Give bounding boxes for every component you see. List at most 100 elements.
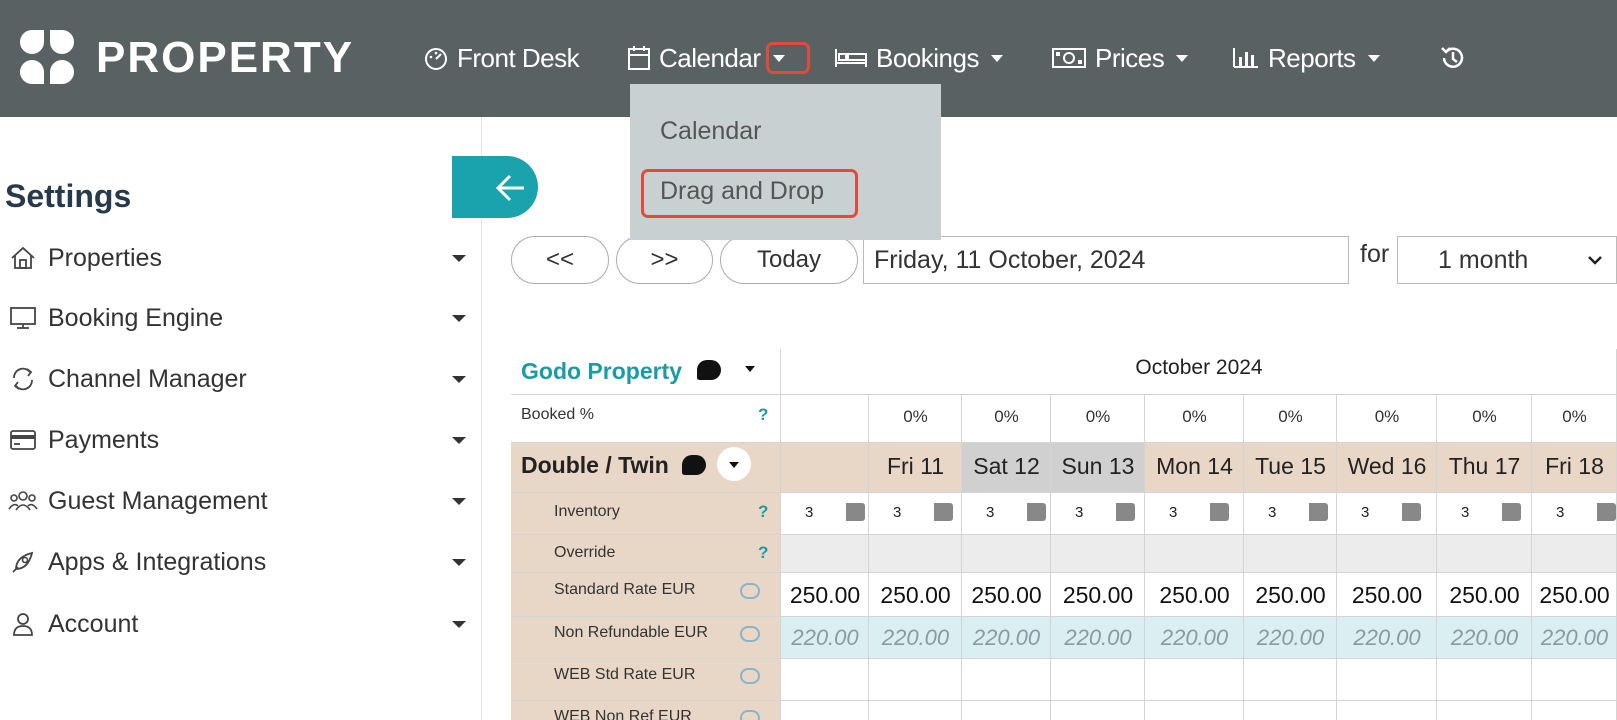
luggage-icon[interactable] <box>1113 503 1135 521</box>
grid-cell[interactable] <box>962 535 1051 573</box>
link-icon[interactable] <box>740 583 760 599</box>
nonref-rate[interactable]: 220.00 <box>781 617 869 659</box>
chevron-down-icon[interactable] <box>452 620 466 628</box>
property-name[interactable]: Godo Property <box>521 358 682 385</box>
standard-rate[interactable]: 250.00 <box>1532 573 1617 617</box>
grid-cell[interactable] <box>1244 659 1337 701</box>
menu-item-calendar[interactable]: Calendar <box>660 115 761 147</box>
luggage-icon[interactable] <box>843 503 865 521</box>
nav-bookings[interactable]: Bookings <box>834 38 1003 78</box>
luggage-icon[interactable] <box>1399 503 1421 521</box>
standard-rate[interactable]: 250.00 <box>1051 573 1145 617</box>
grid-cell[interactable] <box>1437 535 1532 573</box>
grid-cell[interactable] <box>869 701 962 720</box>
grid-cell[interactable] <box>1337 659 1437 701</box>
grid-cell[interactable] <box>781 395 869 443</box>
date-input[interactable]: Friday, 11 October, 2024 <box>863 236 1349 284</box>
standard-rate[interactable]: 250.00 <box>781 573 869 617</box>
link-icon[interactable] <box>740 668 760 684</box>
chevron-down-icon[interactable] <box>452 314 466 322</box>
luggage-icon[interactable] <box>1207 503 1229 521</box>
grid-cell[interactable] <box>1145 701 1244 720</box>
grid-cell[interactable] <box>781 535 869 573</box>
standard-rate[interactable]: 250.00 <box>962 573 1051 617</box>
chevron-down-icon[interactable] <box>745 366 755 372</box>
nonref-rate[interactable]: 220.00 <box>1437 617 1532 659</box>
sidebar-item-booking-engine[interactable]: Booking Engine <box>8 298 474 338</box>
today-button[interactable]: Today <box>720 236 858 284</box>
prev-period-button[interactable]: << <box>511 236 609 284</box>
luggage-icon[interactable] <box>1594 503 1616 521</box>
sidebar-item-guest-management[interactable]: Guest Management <box>8 481 474 521</box>
grid-cell[interactable] <box>1051 535 1145 573</box>
nonref-rate[interactable]: 220.00 <box>1337 617 1437 659</box>
grid-cell[interactable] <box>1145 659 1244 701</box>
grid-cell[interactable] <box>1244 535 1337 573</box>
logo-icon[interactable] <box>20 30 76 88</box>
grid-cell[interactable] <box>1337 701 1437 720</box>
nonref-rate[interactable]: 220.00 <box>962 617 1051 659</box>
grid-cell[interactable] <box>781 701 869 720</box>
logo-text[interactable]: PROPERTY <box>96 32 354 84</box>
chevron-down-icon[interactable] <box>990 54 1003 62</box>
nav-front-desk[interactable]: Front Desk <box>423 38 580 78</box>
standard-rate[interactable]: 250.00 <box>1145 573 1244 617</box>
chevron-down-icon[interactable] <box>452 497 466 505</box>
nonref-rate[interactable]: 220.00 <box>1532 617 1617 659</box>
grid-cell[interactable] <box>962 659 1051 701</box>
history-button[interactable] <box>1438 38 1468 78</box>
sidebar-item-channel-manager[interactable]: Channel Manager <box>8 359 474 399</box>
grid-cell[interactable] <box>1532 535 1617 573</box>
grid-cell[interactable] <box>1532 701 1617 720</box>
chevron-down-icon[interactable] <box>729 462 739 468</box>
room-type-name[interactable]: Double / Twin <box>521 452 669 479</box>
standard-rate[interactable]: 250.00 <box>1244 573 1337 617</box>
grid-cell[interactable] <box>869 659 962 701</box>
help-icon[interactable]: ? <box>758 405 768 425</box>
standard-rate[interactable]: 250.00 <box>1437 573 1532 617</box>
chevron-down-icon[interactable] <box>1367 54 1380 62</box>
grid-cell[interactable] <box>1437 659 1532 701</box>
grid-cell[interactable] <box>781 443 869 493</box>
grid-cell[interactable] <box>869 535 962 573</box>
nonref-rate[interactable]: 220.00 <box>869 617 962 659</box>
luggage-icon[interactable] <box>931 503 953 521</box>
sidebar-item-apps-integrations[interactable]: Apps & Integrations <box>8 542 474 582</box>
luggage-icon[interactable] <box>1024 503 1046 521</box>
grid-cell[interactable] <box>1337 535 1437 573</box>
link-icon[interactable] <box>740 710 760 720</box>
grid-cell[interactable] <box>1532 659 1617 701</box>
chevron-down-icon[interactable] <box>1176 54 1189 62</box>
sidebar-item-account[interactable]: Account <box>8 604 474 644</box>
nav-reports[interactable]: Reports <box>1232 38 1380 78</box>
grid-cell[interactable] <box>781 659 869 701</box>
nav-prices[interactable]: Prices <box>1051 38 1189 78</box>
chevron-down-icon[interactable] <box>452 558 466 566</box>
grid-cell[interactable] <box>1051 659 1145 701</box>
chevron-down-icon[interactable] <box>452 436 466 444</box>
chevron-down-icon[interactable] <box>452 254 466 262</box>
standard-rate[interactable]: 250.00 <box>1337 573 1437 617</box>
grid-cell[interactable] <box>1437 701 1532 720</box>
help-icon[interactable]: ? <box>758 502 768 522</box>
grid-cell[interactable] <box>1337 493 1437 535</box>
collapse-sidebar-button[interactable] <box>452 156 538 218</box>
nonref-rate[interactable]: 220.00 <box>1244 617 1337 659</box>
chevron-down-icon[interactable] <box>452 375 466 383</box>
next-period-button[interactable]: >> <box>616 236 713 284</box>
grid-cell[interactable] <box>1051 701 1145 720</box>
comment-icon[interactable] <box>697 360 721 380</box>
grid-cell[interactable] <box>1145 535 1244 573</box>
sidebar-item-payments[interactable]: Payments <box>8 420 474 460</box>
comment-icon[interactable] <box>682 455 706 475</box>
nonref-rate[interactable]: 220.00 <box>1051 617 1145 659</box>
luggage-icon[interactable] <box>1499 503 1521 521</box>
help-icon[interactable]: ? <box>758 543 768 563</box>
luggage-icon[interactable] <box>1306 503 1328 521</box>
grid-cell[interactable] <box>962 701 1051 720</box>
link-icon[interactable] <box>740 626 760 642</box>
grid-cell[interactable] <box>1244 701 1337 720</box>
standard-rate[interactable]: 250.00 <box>869 573 962 617</box>
nav-calendar[interactable]: Calendar <box>627 38 785 78</box>
grid-cell[interactable] <box>1145 493 1244 535</box>
